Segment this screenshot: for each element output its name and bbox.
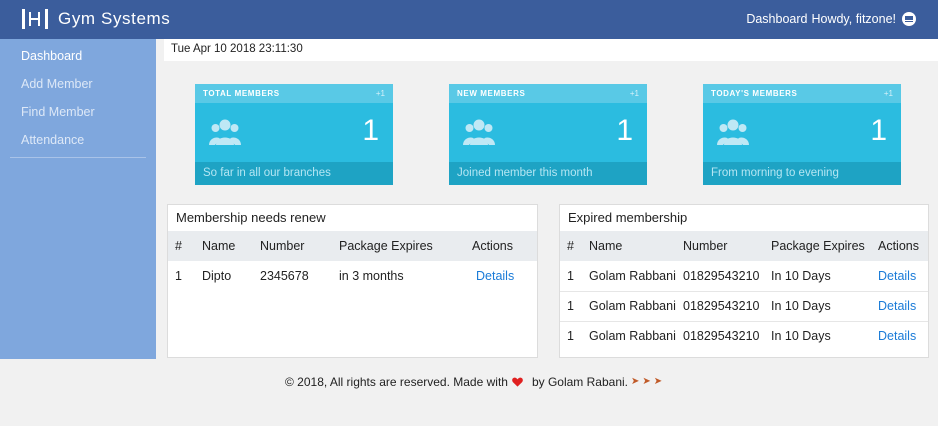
member-number: 2345678 [260,269,309,283]
sidebar: Dashboard Add Member Find Member Attenda… [0,39,156,359]
column-header: Name [582,231,676,261]
panel-title: Membership needs renew [176,210,326,225]
table-header-row: # Name Number Package Expires Actions [168,231,537,261]
column-header: Actions [465,231,537,261]
table-row: 1 Golam Rabbani 01829543210 In 10 Days D… [560,321,928,351]
rocket-icon: ➤ [631,376,640,387]
total-members-card: TOTAL MEMBERS +1 1 So far in all our bra… [195,84,393,185]
card-subtitle: From morning to evening [703,162,901,185]
sidebar-divider [10,157,146,158]
rocket-icon: ➤ [642,376,651,387]
sidebar-item-find-member[interactable]: Find Member [0,95,156,123]
column-header: # [560,231,582,261]
column-header: Package Expires [764,231,871,261]
brand[interactable]: Gym Systems [20,7,170,31]
details-link[interactable]: Details [878,299,916,313]
user-greeting: Howdy, fitzone! [811,12,896,26]
card-title: TOTAL MEMBERS +1 [195,84,393,103]
member-number: 01829543210 [676,261,764,292]
sidebar-item-attendance[interactable]: Attendance [0,123,156,151]
row-index: 1 [560,261,582,292]
package-expires: in 3 months [339,269,404,283]
renew-table: # Name Number Package Expires Actions 1 … [168,231,537,291]
member-name: Golam Rabbani [589,329,676,344]
row-index: 1 [567,329,574,344]
card-title: TODAY'S MEMBERS +1 [703,84,901,103]
card-title: NEW MEMBERS +1 [449,84,647,103]
details-link[interactable]: Details [878,329,916,343]
column-header: Actions [871,231,928,261]
column-header: Number [676,231,764,261]
column-header: # [168,231,195,261]
current-datetime: Tue Apr 10 2018 23:11:30 [164,39,938,61]
table-row: 1 Golam Rabbani 01829543210 In 10 Days D… [560,291,928,322]
expired-panel: Expired membership # Name Number Package… [559,204,929,358]
panel-title: Expired membership [568,210,688,225]
sidebar-item-dashboard[interactable]: Dashboard [0,39,156,67]
top-navbar: Gym Systems Dashboard Howdy, fitzone! [0,0,938,39]
card-count: 1 [362,114,379,147]
card-badge: +1 [629,89,639,98]
dumbbell-icon [20,8,50,30]
renew-panel: Membership needs renew # Name Number Pac… [167,204,538,358]
member-number: 01829543210 [676,291,764,322]
table-header-row: # Name Number Package Expires Actions [560,231,928,261]
todays-members-card: TODAY'S MEMBERS +1 1 From morning to eve… [703,84,901,185]
card-badge: +1 [883,89,893,98]
user-area: Dashboard Howdy, fitzone! [746,12,916,26]
footer-text: © 2018, All rights are reserved. Made wi… [285,375,508,389]
card-count: 1 [870,114,887,147]
column-header: Package Expires [332,231,465,261]
table-row: 1 Golam Rabbani 01829543210 In 10 Days D… [560,261,928,292]
users-icon [209,119,241,145]
card-subtitle: Joined member this month [449,162,647,185]
table-row: 1 Dipto 2345678 in 3 months Details [168,261,537,291]
details-link[interactable]: Details [878,269,916,283]
package-expires: In 10 Days [764,261,871,292]
footer-author: by Golam Rabani. [531,375,628,389]
member-name: Golam Rabbani [582,291,676,322]
new-members-card: NEW MEMBERS +1 1 Joined member this mont… [449,84,647,185]
row-index: 1 [175,269,182,283]
column-header: Name [195,231,253,261]
package-expires: In 10 Days [764,291,871,322]
card-count: 1 [616,114,633,147]
brand-name: Gym Systems [58,9,171,28]
card-subtitle: So far in all our branches [195,162,393,185]
package-expires: In 10 Days [771,329,831,344]
footer: © 2018, All rights are reserved. Made wi… [285,373,662,391]
users-icon [717,119,749,145]
menu-toggle-icon[interactable] [902,12,916,26]
member-name: Dipto [202,269,232,283]
member-number: 01829543210 [683,329,760,344]
card-badge: +1 [375,89,385,98]
details-link[interactable]: Details [476,269,514,283]
users-icon [463,119,495,145]
sidebar-item-add-member[interactable]: Add Member [0,67,156,95]
heart-icon [512,377,523,387]
row-index: 1 [560,291,582,322]
expired-table: # Name Number Package Expires Actions 1 … [560,231,928,351]
rocket-icon: ➤ [653,376,663,387]
column-header: Number [253,231,332,261]
member-name: Golam Rabbani [582,261,676,292]
dashboard-link[interactable]: Dashboard [746,12,807,26]
